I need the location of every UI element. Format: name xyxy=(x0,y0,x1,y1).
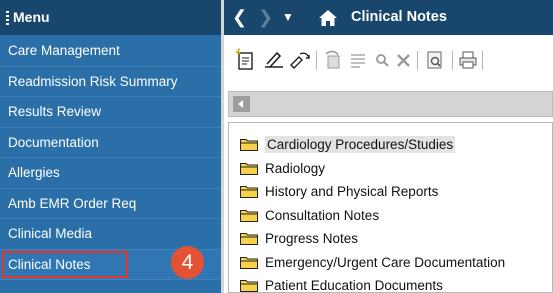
folder-label: Consultation Notes xyxy=(265,207,380,223)
collapse-left-icon[interactable] xyxy=(233,96,250,112)
preview-icon[interactable] xyxy=(423,48,447,72)
highlight-box xyxy=(2,250,128,278)
folder-item[interactable]: Cardiology Procedures/Studies xyxy=(240,133,505,157)
folder-item[interactable]: Radiology xyxy=(240,157,505,181)
history-dropdown-button[interactable]: ▼ xyxy=(282,0,294,35)
step-number-badge: 4 xyxy=(171,246,204,279)
folder-item[interactable]: Emergency/Urgent Care Documentation xyxy=(240,251,505,275)
folder-label: Radiology xyxy=(265,160,326,176)
top-nav-bar: ❮ ❯ ▼ Clinical Notes xyxy=(224,0,553,35)
folder-icon xyxy=(240,162,258,175)
menu-title: Menu xyxy=(13,9,50,25)
folder-item[interactable]: Progress Notes xyxy=(240,227,505,251)
new-note-icon[interactable] xyxy=(234,48,258,72)
toolbar-separator xyxy=(417,51,418,70)
sidebar-item-results-review[interactable]: Results Review xyxy=(0,97,221,128)
folder-item[interactable]: Consultation Notes xyxy=(240,204,505,228)
back-button[interactable]: ❮ xyxy=(232,0,247,35)
menu-header: Menu xyxy=(0,0,221,35)
modify-icon[interactable] xyxy=(322,48,346,72)
list-icon[interactable] xyxy=(346,48,370,72)
forward-button[interactable]: ❯ xyxy=(258,0,273,35)
sidebar-item-amb-emr-order-req[interactable]: Amb EMR Order Req xyxy=(0,189,221,219)
folder-icon xyxy=(240,233,258,245)
folder-label: Emergency/Urgent Care Documentation xyxy=(265,254,506,270)
folder-icon xyxy=(240,139,258,151)
folder-icon xyxy=(240,280,258,292)
sidebar-item-clinical-media[interactable]: Clinical Media xyxy=(0,219,221,250)
drag-grip-icon[interactable] xyxy=(6,11,9,26)
folder-label: Progress Notes xyxy=(265,231,359,246)
sidebar-item-care-management[interactable]: Care Management xyxy=(0,36,221,67)
delete-icon[interactable] xyxy=(392,48,416,72)
folder-icon xyxy=(240,209,258,222)
forward-signature-icon[interactable] xyxy=(288,48,312,72)
sidebar-list: Care Management Readmission Risk Summary… xyxy=(0,36,221,280)
search-icon[interactable] xyxy=(370,48,394,72)
toolbar-separator xyxy=(316,51,317,70)
folder-tree-panel: Cardiology Procedures/Studies Radiology … xyxy=(228,122,553,293)
print-icon[interactable] xyxy=(456,48,480,72)
home-icon[interactable] xyxy=(318,9,338,27)
list-header-strip xyxy=(228,91,553,117)
sidebar-item-allergies[interactable]: Allergies xyxy=(0,158,221,189)
folder-icon xyxy=(240,186,258,198)
folder-list: Cardiology Procedures/Studies Radiology … xyxy=(240,133,505,293)
folder-item[interactable]: Patient Education Documents xyxy=(240,274,505,293)
sign-icon[interactable] xyxy=(262,48,286,72)
toolbar-separator xyxy=(452,51,453,70)
folder-icon xyxy=(240,256,258,269)
folder-item[interactable]: History and Physical Reports xyxy=(240,180,505,204)
folder-label: Cardiology Procedures/Studies xyxy=(265,136,456,153)
folder-label: History and Physical Reports xyxy=(265,184,439,199)
sidebar-item-readmission-risk-summary[interactable]: Readmission Risk Summary xyxy=(0,67,221,97)
page-title: Clinical Notes xyxy=(351,9,447,25)
folder-label: Patient Education Documents xyxy=(265,278,443,293)
toolbar-separator xyxy=(482,51,483,70)
notes-toolbar xyxy=(224,35,553,85)
sidebar-item-documentation[interactable]: Documentation xyxy=(0,128,221,158)
